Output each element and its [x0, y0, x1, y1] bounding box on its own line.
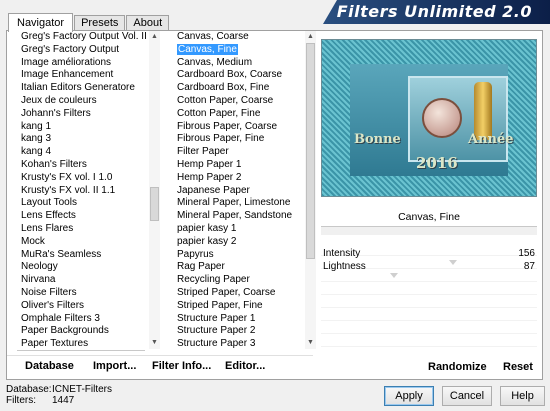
filter-item[interactable]: Cardboard Box, Coarse	[173, 69, 305, 82]
param-value: 156	[518, 248, 535, 259]
filter-item[interactable]: Papyrus	[173, 249, 305, 262]
filter-item[interactable]: Hemp Paper 1	[173, 159, 305, 172]
category-item[interactable]: Omphale Filters 3	[17, 313, 145, 326]
filter-item[interactable]: Cardboard Box, Fine	[173, 82, 305, 95]
filter-item[interactable]: Canvas, Medium	[173, 57, 305, 70]
list-button-bar: Database Import... Filter Info... Editor…	[7, 355, 313, 379]
filter-item[interactable]: Cotton Paper, Coarse	[173, 95, 305, 108]
apply-button[interactable]: Apply	[384, 386, 434, 406]
filter-list[interactable]: Canvas, Coarse Canvas, Fine Canvas, Medium…	[173, 31, 305, 351]
category-item[interactable]: Johann's Filters	[17, 108, 145, 121]
tab-navigator[interactable]: Navigator	[8, 13, 74, 32]
tab-about[interactable]: About	[126, 15, 170, 31]
param-label: Lightness	[323, 261, 366, 272]
status-area: Database:ICNET-Filters Filters: 1447	[6, 384, 112, 406]
filter-item[interactable]: Mineral Paper, Sandstone	[173, 210, 305, 223]
tab-bar: Navigator Presets About	[8, 9, 170, 32]
scroll-up-icon[interactable]: ▲	[149, 32, 160, 42]
preview-image: Bonne Année 2016	[350, 64, 514, 176]
param-value: 87	[523, 261, 535, 272]
filter-item[interactable]: Filter Paper	[173, 146, 305, 159]
filters-count: 1447	[52, 395, 75, 406]
param-lightness[interactable]: Lightness 87	[321, 260, 537, 278]
filter-item[interactable]: Rag Paper	[173, 261, 305, 274]
database-value: ICNET-Filters	[52, 384, 112, 395]
category-item[interactable]: kang 1	[17, 121, 145, 134]
scroll-up-icon[interactable]: ▲	[305, 32, 316, 42]
filter-item[interactable]: Fibrous Paper, Coarse	[173, 121, 305, 134]
param-label: Intensity	[323, 248, 361, 259]
preview-text-right: Année	[468, 132, 514, 147]
filter-item[interactable]: papier kasy 2	[173, 236, 305, 249]
filter-item[interactable]: papier kasy 1	[173, 223, 305, 236]
app-banner: Filters Unlimited 2.0	[323, 0, 550, 24]
preview-year: 2016	[416, 154, 458, 172]
category-item[interactable]: Mock	[17, 236, 145, 249]
filter-item[interactable]: Striped Paper, Fine	[173, 300, 305, 313]
param-intensity[interactable]: Intensity 156	[321, 247, 537, 265]
category-item[interactable]: Oliver's Filters	[17, 300, 145, 313]
filter-item[interactable]: Cotton Paper, Fine	[173, 108, 305, 121]
clock-image	[422, 98, 462, 138]
randomize-button[interactable]: Randomize	[428, 361, 487, 373]
scroll-down-icon[interactable]: ▼	[305, 338, 316, 348]
filter-item[interactable]: Striped Paper, Coarse	[173, 287, 305, 300]
category-list[interactable]: Greg's Factory Output Vol. II Greg's Fact…	[17, 31, 147, 351]
category-item[interactable]: Jeux de couleurs	[17, 95, 145, 108]
editor-button[interactable]: Editor...	[225, 360, 265, 372]
navigator-panel: Greg's Factory Output Vol. II Greg's Fact…	[6, 30, 543, 380]
help-button[interactable]: Help	[500, 386, 545, 406]
category-item[interactable]: Kohan's Filters	[17, 159, 145, 172]
category-item[interactable]: Krusty's FX vol. I 1.0	[17, 172, 145, 185]
cancel-button[interactable]: Cancel	[442, 386, 492, 406]
category-scrollbar[interactable]: ▲ ▼	[149, 31, 160, 349]
category-item[interactable]: Image améliorations	[17, 57, 145, 70]
filter-item[interactable]: Canvas, Coarse	[173, 31, 305, 44]
category-item[interactable]: kang 3	[17, 133, 145, 146]
category-item[interactable]: Image Enhancement	[17, 69, 145, 82]
filter-item[interactable]: Structure Paper 3	[173, 338, 305, 351]
filter-item[interactable]: Hemp Paper 2	[173, 172, 305, 185]
database-button[interactable]: Database	[25, 360, 74, 372]
category-item[interactable]: Paper Backgrounds	[17, 325, 145, 338]
category-item[interactable]: Lens Flares	[17, 223, 145, 236]
filter-item[interactable]: Fibrous Paper, Fine	[173, 133, 305, 146]
category-item[interactable]: Greg's Factory Output Vol. II	[17, 31, 147, 44]
database-label: Database:	[6, 384, 52, 395]
category-item[interactable]: MuRa's Seamless	[17, 249, 145, 262]
filter-info-button[interactable]: Filter Info...	[152, 360, 211, 372]
category-item[interactable]: Italian Editors Generatore	[17, 82, 145, 95]
reset-button[interactable]: Reset	[503, 361, 533, 373]
category-item[interactable]: Lens Effects	[17, 210, 145, 223]
category-item[interactable]: Krusty's FX vol. II 1.1	[17, 185, 145, 198]
scroll-down-icon[interactable]: ▼	[149, 338, 160, 348]
filter-item[interactable]: Structure Paper 2	[173, 325, 305, 338]
slider-marker-icon[interactable]	[390, 273, 399, 278]
category-item[interactable]: Noise Filters	[17, 287, 145, 300]
category-item[interactable]: Neology	[17, 261, 145, 274]
category-item[interactable]: kang 4	[17, 146, 145, 159]
filters-label: Filters:	[6, 395, 36, 406]
divider	[321, 226, 537, 235]
import-button[interactable]: Import...	[93, 360, 136, 372]
filter-scrollbar[interactable]: ▲ ▼	[305, 31, 316, 349]
scroll-thumb[interactable]	[306, 43, 315, 259]
scroll-thumb[interactable]	[150, 187, 159, 221]
category-item[interactable]: Layout Tools	[17, 197, 145, 210]
current-filter-name: Canvas, Fine	[398, 211, 460, 223]
filter-item[interactable]: Recycling Paper	[173, 274, 305, 287]
category-item[interactable]: Greg's Factory Output	[17, 44, 145, 57]
filter-preview: Bonne Année 2016	[321, 39, 537, 197]
filter-item[interactable]: Canvas, Fine	[173, 43, 305, 57]
parameter-panel: Intensity 156 Lightness 87	[321, 243, 537, 355]
filter-item[interactable]: Structure Paper 1	[173, 313, 305, 326]
category-item[interactable]: Paper Textures	[17, 338, 145, 351]
filter-item[interactable]: Japanese Paper	[173, 185, 305, 198]
category-item[interactable]: Nirvana	[17, 274, 145, 287]
tab-presets[interactable]: Presets	[74, 15, 126, 31]
filter-item[interactable]: Mineral Paper, Limestone	[173, 197, 305, 210]
preview-text-left: Bonne	[354, 132, 401, 147]
